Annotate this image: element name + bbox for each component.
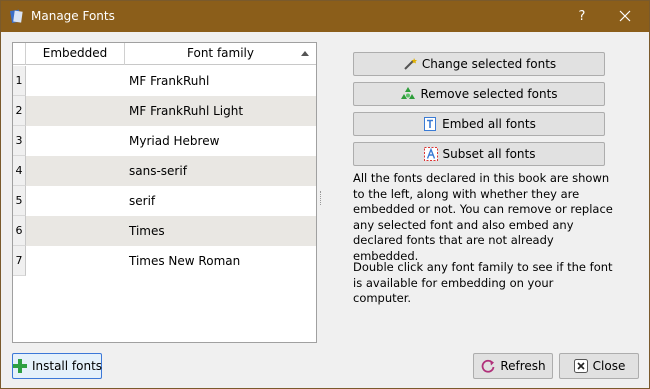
table-row[interactable]: 1 MF FrankRuhl	[13, 66, 316, 96]
remove-selected-fonts-label: Remove selected fonts	[420, 87, 558, 101]
recycle-icon	[400, 86, 416, 102]
row-number[interactable]: 1	[13, 66, 26, 96]
refresh-icon	[480, 358, 496, 374]
app-icon	[9, 8, 25, 24]
table-row[interactable]: 5 serif	[13, 186, 316, 216]
corner-header	[13, 43, 26, 65]
splitter-handle[interactable]	[320, 191, 322, 205]
close-button[interactable]: Close	[559, 353, 639, 379]
refresh-label: Refresh	[500, 359, 546, 373]
manage-fonts-dialog: Manage Fonts ? Embedded Font family 1 MF …	[0, 0, 650, 389]
font-family-cell: MF FrankRuhl	[129, 74, 210, 88]
embed-all-fonts-label: Embed all fonts	[442, 117, 536, 131]
description-paragraph: All the fonts declared in this book are …	[353, 171, 613, 263]
plus-icon	[12, 358, 28, 374]
refresh-button[interactable]: Refresh	[473, 353, 553, 379]
fonts-table[interactable]: Embedded Font family 1 MF FrankRuhl 2 MF Fr…	[12, 42, 317, 343]
font-family-cell: Myriad Hebrew	[129, 134, 220, 148]
sort-ascending-icon	[301, 51, 309, 56]
window-close-button[interactable]	[608, 3, 642, 30]
remove-selected-fonts-button[interactable]: Remove selected fonts	[353, 82, 605, 106]
embed-font-icon	[422, 116, 438, 132]
table-header: Embedded Font family	[13, 43, 316, 65]
font-family-cell: Times New Roman	[129, 254, 241, 268]
table-row[interactable]: 3 Myriad Hebrew	[13, 126, 316, 156]
install-fonts-label: Install fonts	[31, 359, 103, 373]
row-number[interactable]: 5	[13, 186, 26, 216]
subset-all-fonts-button[interactable]: Subset all fonts	[353, 142, 605, 166]
subset-all-fonts-label: Subset all fonts	[442, 147, 536, 161]
table-row[interactable]: 7 Times New Roman	[13, 246, 316, 276]
change-selected-fonts-label: Change selected fonts	[421, 57, 557, 71]
column-header-font-family[interactable]: Font family	[125, 43, 316, 65]
title-bar[interactable]: Manage Fonts ?	[1, 1, 649, 32]
close-icon	[619, 10, 631, 22]
table-row[interactable]: 6 Times	[13, 216, 316, 246]
row-number[interactable]: 3	[13, 126, 26, 156]
font-family-cell: MF FrankRuhl Light	[129, 104, 244, 118]
column-header-embedded[interactable]: Embedded	[26, 43, 125, 65]
help-button[interactable]: ?	[567, 4, 597, 30]
table-row[interactable]: 4 sans-serif	[13, 156, 316, 186]
close-icon	[573, 358, 589, 374]
column-header-label: Font family	[187, 46, 254, 60]
font-family-cell: serif	[129, 194, 156, 208]
hint-paragraph: Double click any font family to see if t…	[353, 260, 613, 305]
install-fonts-button[interactable]: Install fonts	[12, 353, 102, 379]
row-number[interactable]: 2	[13, 96, 26, 126]
embed-all-fonts-button[interactable]: Embed all fonts	[353, 112, 605, 136]
window-title: Manage Fonts	[31, 9, 115, 23]
font-family-cell: Times	[129, 224, 165, 238]
magic-wand-icon	[402, 56, 418, 72]
subset-font-icon	[423, 146, 439, 162]
change-selected-fonts-button[interactable]: Change selected fonts	[353, 52, 605, 76]
row-number[interactable]: 7	[13, 246, 26, 276]
font-family-cell: sans-serif	[129, 164, 187, 178]
row-number[interactable]: 4	[13, 156, 26, 186]
row-number[interactable]: 6	[13, 216, 26, 246]
close-label: Close	[592, 359, 626, 373]
table-row[interactable]: 2 MF FrankRuhl Light	[13, 96, 316, 126]
